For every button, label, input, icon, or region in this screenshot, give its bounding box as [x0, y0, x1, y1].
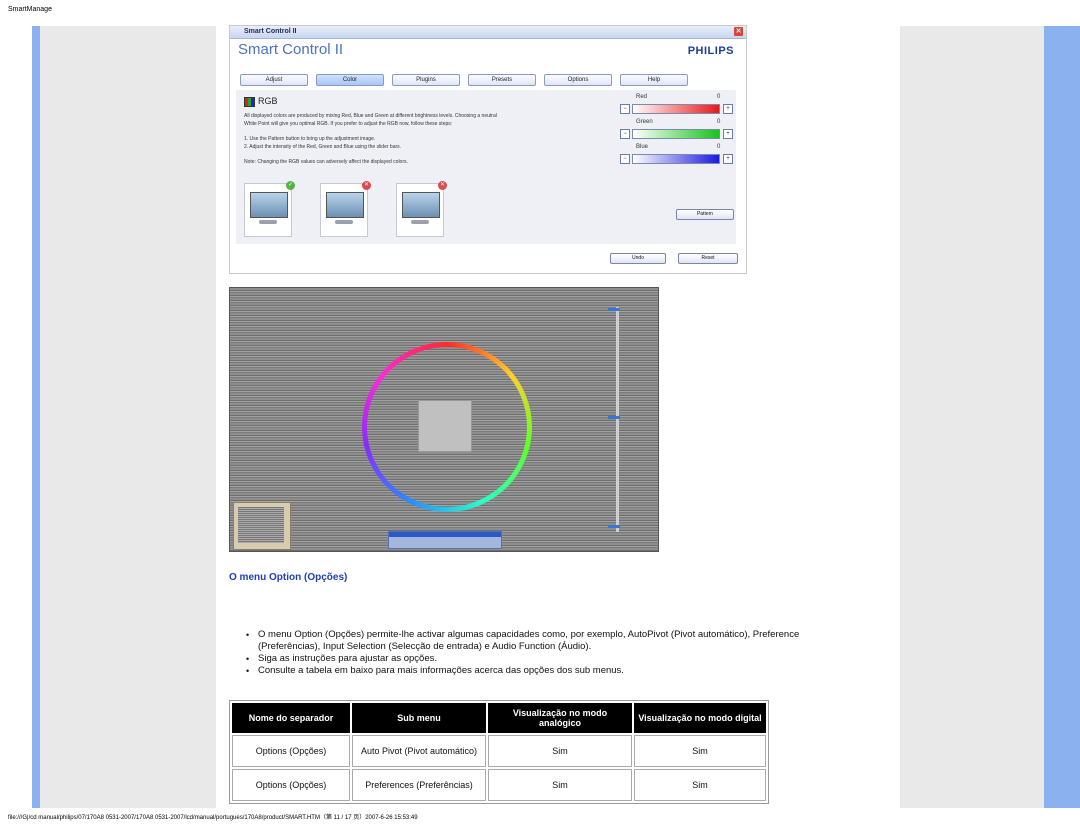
philips-logo: PHILIPS — [687, 45, 734, 57]
pattern-marker — [608, 525, 620, 528]
tab-plugins[interactable]: Plugins — [392, 74, 460, 86]
left-accent-strip — [32, 26, 40, 808]
table-header-row: Nome do separador Sub menu Visualização … — [232, 703, 766, 733]
column-header: Nome do separador — [232, 703, 350, 733]
column-header: Visualização no modo digital — [634, 703, 766, 733]
rgb-text-line: All displayed colors are produced by mix… — [244, 113, 497, 119]
red-plus-button[interactable]: + — [723, 104, 733, 114]
table-cell: Preferences (Preferências) — [352, 769, 486, 801]
rgb-text-line: 2. Adjust the intensity of the Red, Gree… — [244, 144, 402, 150]
table-cell: Sim — [488, 769, 632, 801]
smart-control-screenshot: Smart Control II ✕ Smart Control II PHIL… — [229, 25, 747, 274]
tab-color[interactable]: Color — [316, 74, 384, 86]
blue-minus-button[interactable]: − — [620, 154, 630, 164]
brand-row: Smart Control II PHILIPS — [230, 39, 746, 61]
rgb-text-line: 1. Use the Pattern button to bring up th… — [244, 136, 376, 142]
monitor-thumbnail[interactable]: ✕ — [320, 181, 371, 237]
tab-bar: Adjust Color Plugins Presets Options Hel… — [240, 74, 740, 86]
app-heading: Smart Control II — [238, 41, 344, 58]
table-cell: Auto Pivot (Pivot automático) — [352, 735, 486, 767]
check-icon: ✓ — [286, 181, 295, 190]
cross-icon: ✕ — [362, 181, 371, 190]
right-accent-strip — [1044, 26, 1080, 808]
rgb-icon — [244, 96, 255, 107]
red-value: 0 — [717, 94, 721, 100]
pattern-control-titlebar — [389, 532, 501, 537]
color-panel: RGB All displayed colors are produced by… — [236, 90, 736, 244]
cross-icon: ✕ — [438, 181, 447, 190]
green-slider[interactable] — [632, 129, 720, 139]
pattern-button[interactable]: Pattern — [676, 209, 734, 220]
monitor-stand — [411, 220, 429, 224]
section-title: O menu Option (Opções) — [229, 572, 348, 583]
blue-value: 0 — [717, 144, 721, 150]
red-minus-button[interactable]: − — [620, 104, 630, 114]
pattern-marker — [608, 416, 620, 419]
monitor-thumbnail[interactable]: ✕ — [396, 181, 447, 237]
monitor-image — [250, 192, 288, 218]
blue-label: Blue — [636, 144, 649, 150]
rgb-section-title: RGB — [244, 96, 278, 107]
table-row: Options (Opções) Auto Pivot (Pivot autom… — [232, 735, 766, 767]
page-footer: file:///G|/cd manual/philips/07/170A8 05… — [8, 815, 418, 821]
table-cell: Sim — [488, 735, 632, 767]
monitor-stand — [259, 220, 277, 224]
green-plus-button[interactable]: + — [723, 129, 733, 139]
monitor-image — [402, 192, 440, 218]
mini-preview — [233, 502, 291, 550]
column-header: Visualização no modo analógico — [488, 703, 632, 733]
pattern-scroll-track — [616, 307, 619, 532]
gray-square — [418, 400, 472, 452]
right-sidebar — [900, 26, 1044, 808]
rgb-text-line: Note: Changing the RGB values can advers… — [244, 159, 408, 165]
left-sidebar — [40, 26, 216, 808]
list-item: Siga as instruções para ajustar as opçõe… — [244, 653, 804, 665]
monitor-image — [326, 192, 364, 218]
page-header: SmartManage — [8, 6, 52, 13]
rgb-text-line: White Point will give you optimal RGB. I… — [244, 121, 453, 127]
mini-preview-image — [238, 507, 284, 543]
red-label: Red — [636, 94, 648, 100]
rgb-label: RGB — [258, 96, 278, 106]
red-slider[interactable] — [632, 104, 720, 114]
table-cell: Sim — [634, 735, 766, 767]
window-title: Smart Control II — [244, 28, 297, 35]
blue-slider[interactable] — [632, 154, 720, 164]
blue-plus-button[interactable]: + — [723, 154, 733, 164]
close-icon[interactable]: ✕ — [734, 27, 743, 36]
tab-options[interactable]: Options — [544, 74, 612, 86]
list-item: Consulte a tabela em baixo para mais inf… — [244, 665, 804, 677]
table-cell: Options (Opções) — [232, 769, 350, 801]
window-titlebar: Smart Control II ✕ — [230, 26, 746, 39]
pattern-control-bar — [388, 531, 502, 549]
undo-button[interactable]: Undo — [610, 253, 666, 264]
tab-presets[interactable]: Presets — [468, 74, 536, 86]
green-minus-button[interactable]: − — [620, 129, 630, 139]
options-table: Nome do separador Sub menu Visualização … — [229, 700, 769, 804]
monitor-thumbnail[interactable]: ✓ — [244, 181, 295, 237]
list-item: O menu Option (Opções) permite-lhe activ… — [244, 629, 804, 653]
pattern-screenshot — [229, 287, 659, 552]
tab-help[interactable]: Help — [620, 74, 688, 86]
green-label: Green — [636, 119, 653, 125]
bullet-list: O menu Option (Opções) permite-lhe activ… — [244, 629, 804, 677]
tab-adjust[interactable]: Adjust — [240, 74, 308, 86]
table-cell: Options (Opções) — [232, 735, 350, 767]
table-row: Options (Opções) Preferences (Preferênci… — [232, 769, 766, 801]
pattern-marker — [608, 308, 620, 311]
column-header: Sub menu — [352, 703, 486, 733]
reset-button[interactable]: Reset — [678, 253, 738, 264]
table-cell: Sim — [634, 769, 766, 801]
green-value: 0 — [717, 119, 721, 125]
monitor-stand — [335, 220, 353, 224]
